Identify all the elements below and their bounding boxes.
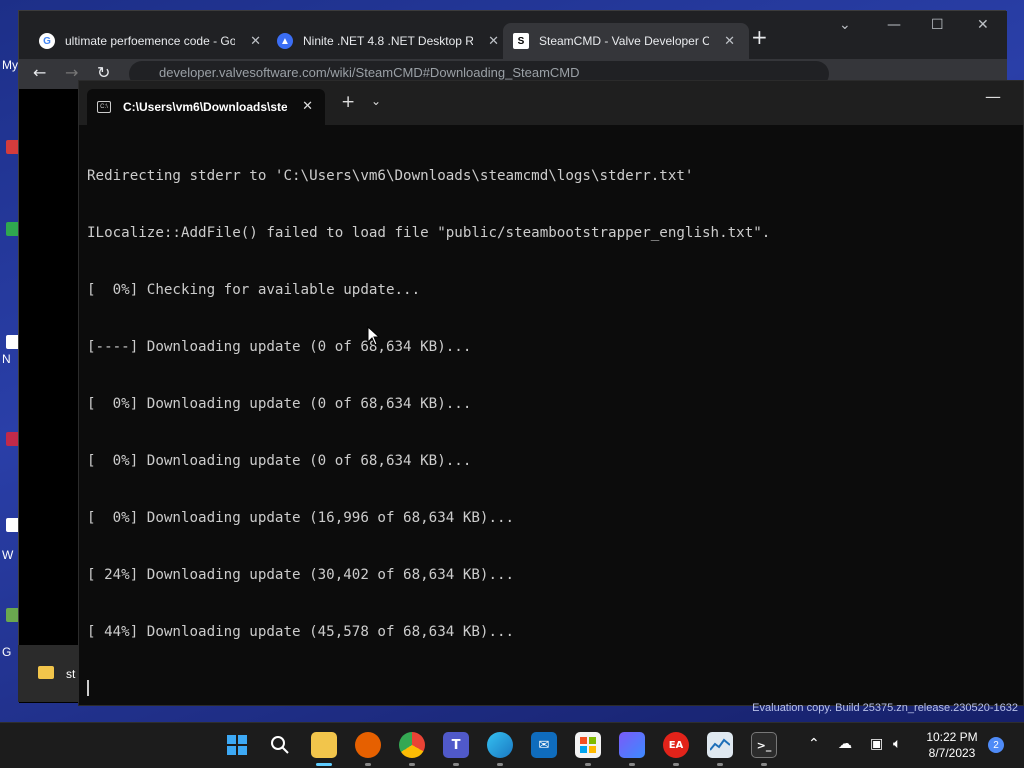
- network-icon[interactable]: ▣: [870, 736, 883, 752]
- browser-tab-steamcmd[interactable]: S SteamCMD - Valve Developer Co ✕: [503, 23, 749, 59]
- browser-tab-ninite[interactable]: ▲ Ninite .NET 4.8 .NET Desktop Ru ✕: [267, 23, 513, 59]
- minimize-button[interactable]: —: [985, 87, 1001, 106]
- clock-time: 10:22 PM: [926, 730, 978, 744]
- chevron-down-icon[interactable]: ⌄: [839, 17, 851, 33]
- ninite-icon: ▲: [277, 33, 293, 49]
- start-button[interactable]: [224, 732, 250, 758]
- terminal-title-bar: C:\ C:\Users\vm6\Downloads\ste ✕ + ⌄ —: [79, 81, 1023, 125]
- valve-icon: S: [513, 33, 529, 49]
- performance-monitor-icon[interactable]: [707, 732, 733, 758]
- close-icon[interactable]: ✕: [724, 33, 735, 49]
- file-explorer-icon[interactable]: [311, 732, 337, 758]
- running-indicator: [673, 763, 679, 766]
- terminal-window[interactable]: C:\ C:\Users\vm6\Downloads\ste ✕ + ⌄ — R…: [78, 80, 1024, 706]
- desktop-icon-label: My: [2, 58, 18, 72]
- teams-icon[interactable]: T: [443, 732, 469, 758]
- terminal-line: [ 44%] Downloading update (45,578 of 68,…: [87, 624, 515, 640]
- text-cursor: [87, 680, 89, 696]
- terminal-line: [ 0%] Downloading update (16,996 of 68,6…: [87, 510, 515, 526]
- browser-tab-title: SteamCMD - Valve Developer Co: [539, 34, 709, 48]
- mouse-pointer-icon: [367, 326, 381, 346]
- forward-arrow-icon[interactable]: →: [65, 63, 78, 82]
- terminal-prompt-line: [87, 680, 1007, 699]
- running-indicator: [585, 763, 591, 766]
- running-indicator: [365, 763, 371, 766]
- running-indicator: [629, 763, 635, 766]
- close-window-button[interactable]: ✕: [977, 17, 989, 33]
- mail-icon[interactable]: ✉: [531, 732, 557, 758]
- clipchamp-icon[interactable]: [619, 732, 645, 758]
- notification-badge[interactable]: 2: [988, 737, 1004, 753]
- evaluation-watermark: Evaluation copy. Build 25375.zn_release.…: [752, 702, 1018, 714]
- minimize-button[interactable]: —: [887, 17, 901, 33]
- terminal-line: [ 0%] Checking for available update...: [87, 282, 421, 298]
- running-indicator: [453, 763, 459, 766]
- search-icon[interactable]: [267, 732, 293, 758]
- clock-date: 8/7/2023: [928, 746, 976, 760]
- google-icon: G: [39, 33, 55, 49]
- close-icon[interactable]: ✕: [488, 33, 499, 49]
- windows-logo-icon: [227, 735, 247, 755]
- running-indicator: [717, 763, 723, 766]
- browser-tab-bar: G ultimate perfoemence code - Go ✕ ▲ Nin…: [19, 11, 1007, 59]
- onedrive-icon[interactable]: ☁: [838, 736, 852, 752]
- terminal-tab-title: C:\Users\vm6\Downloads\ste: [123, 100, 287, 114]
- explorer-item-label: st: [66, 667, 76, 681]
- close-icon[interactable]: ✕: [250, 33, 261, 49]
- terminal-line: [ 0%] Downloading update (0 of 68,634 KB…: [87, 396, 472, 412]
- terminal-tab[interactable]: C:\ C:\Users\vm6\Downloads\ste ✕: [87, 89, 325, 125]
- folder-icon: [38, 666, 54, 679]
- chrome-icon[interactable]: [399, 732, 425, 758]
- terminal-output[interactable]: Redirecting stderr to 'C:\Users\vm6\Down…: [87, 129, 1007, 696]
- terminal-line: [ 0%] Downloading update (0 of 68,634 KB…: [87, 453, 472, 469]
- active-indicator: [316, 763, 332, 766]
- browser-tab-google[interactable]: G ultimate perfoemence code - Go ✕: [29, 23, 275, 59]
- edge-icon[interactable]: [487, 732, 513, 758]
- clock[interactable]: 10:22 PM 8/7/2023: [920, 729, 984, 761]
- terminal-line: ILocalize::AddFile() failed to load file…: [87, 225, 771, 241]
- store-icon[interactable]: [575, 732, 601, 758]
- terminal-line: Redirecting stderr to 'C:\Users\vm6\Down…: [87, 168, 694, 184]
- ea-icon[interactable]: EA: [663, 732, 689, 758]
- taskbar: T ✉ EA >_ ⌃ ☁ ▣ 🔈︎ 10:22 PM 8/7/2023 2: [0, 722, 1024, 768]
- back-arrow-icon[interactable]: ←: [33, 63, 46, 82]
- desktop-icon-label: G: [2, 645, 12, 659]
- maximize-button[interactable]: ☐: [931, 17, 944, 33]
- volume-icon[interactable]: 🔈︎: [893, 736, 901, 752]
- browser-tab-title: ultimate perfoemence code - Go: [65, 34, 235, 48]
- new-tab-button[interactable]: +: [751, 25, 768, 49]
- desktop-icon-label: N: [2, 352, 11, 366]
- running-indicator: [761, 763, 767, 766]
- desktop-icon-label: W: [2, 548, 14, 562]
- cmd-icon: C:\: [97, 101, 111, 113]
- new-tab-button[interactable]: +: [341, 92, 355, 112]
- file-explorer-window[interactable]: st: [18, 645, 78, 702]
- close-icon[interactable]: ✕: [302, 98, 313, 114]
- running-indicator: [409, 763, 415, 766]
- terminal-line: [ 24%] Downloading update (30,402 of 68,…: [87, 567, 515, 583]
- chevron-up-icon[interactable]: ⌃: [808, 736, 820, 752]
- firefox-icon[interactable]: [355, 732, 381, 758]
- terminal-icon[interactable]: >_: [751, 732, 777, 758]
- chevron-down-icon[interactable]: ⌄: [371, 94, 381, 108]
- running-indicator: [497, 763, 503, 766]
- terminal-line: [----] Downloading update (0 of 68,634 K…: [87, 339, 472, 355]
- browser-tab-title: Ninite .NET 4.8 .NET Desktop Ru: [303, 34, 473, 48]
